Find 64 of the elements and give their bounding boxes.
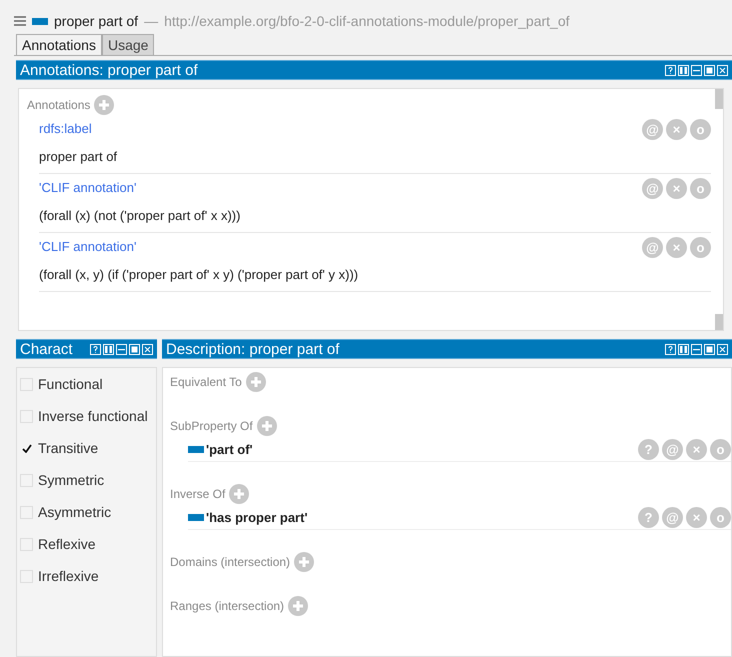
split-horizontal-icon[interactable] (691, 64, 702, 76)
close-icon[interactable] (142, 344, 153, 354)
row-action-button[interactable]: @ (662, 439, 683, 460)
split-vertical-icon[interactable] (678, 344, 689, 354)
help-icon[interactable] (90, 344, 101, 354)
property-name[interactable]: 'has proper part' (206, 508, 308, 528)
help-icon[interactable] (665, 64, 676, 76)
property-icon (32, 18, 48, 24)
row-action-button[interactable]: ? (638, 439, 659, 460)
maximize-icon[interactable] (129, 344, 140, 354)
section-label: Annotations (27, 97, 90, 114)
checkbox[interactable] (20, 442, 33, 454)
row-action-button[interactable]: @ (642, 178, 663, 199)
section-label: Domains (intersection) (170, 554, 290, 571)
tab[interactable]: Usage (102, 34, 154, 55)
section-label: SubProperty Of (170, 418, 253, 435)
row-action-button[interactable]: × (666, 178, 687, 199)
characteristic-checkbox[interactable]: Symmetric (17, 470, 156, 490)
annotation-property-link[interactable]: rdfs:label (39, 119, 642, 138)
help-icon[interactable] (665, 344, 676, 354)
annotation-value: (forall (x) (not ('proper part of' x x))) (39, 206, 242, 225)
close-icon[interactable] (717, 344, 728, 354)
maximize-icon[interactable] (704, 344, 715, 354)
entity-iri: http://example.org/bfo-2-0-clif-annotations-module/proper_part_of (164, 12, 570, 31)
row-action-button[interactable]: @ (642, 119, 663, 140)
title-separator: — (144, 12, 158, 30)
characteristic-checkbox[interactable]: Reflexive (17, 534, 156, 554)
row-action-button[interactable]: ? (638, 507, 659, 528)
row-action-button[interactable]: × (666, 119, 687, 140)
split-vertical-icon[interactable] (103, 344, 114, 354)
row-action-button[interactable]: × (686, 439, 707, 460)
characteristic-checkbox[interactable]: Functional (17, 374, 156, 394)
panel-title: Charact (20, 342, 73, 356)
row-action-button[interactable]: × (686, 507, 707, 528)
checkmark-icon (22, 444, 32, 452)
characteristic-checkbox[interactable]: Transitive (17, 438, 156, 458)
menu-icon[interactable] (14, 16, 26, 26)
tab[interactable]: Annotations (16, 34, 102, 55)
section-label: Inverse Of (170, 486, 226, 503)
entity-title: proper part of (54, 12, 138, 31)
annotation-value: proper part of (39, 148, 118, 166)
panel-title: Annotations: proper part of (20, 62, 198, 78)
scrollbar-thumb[interactable] (715, 314, 723, 330)
split-horizontal-icon[interactable] (116, 344, 127, 354)
row-action-button[interactable]: @ (662, 507, 683, 528)
section-label: Ranges (intersection) (170, 598, 284, 615)
characteristic-checkbox[interactable]: Irreflexive (17, 566, 156, 586)
property-name[interactable]: 'part of' (206, 440, 253, 460)
section-label: Equivalent To (170, 374, 242, 391)
scrollbar-thumb[interactable] (715, 89, 723, 109)
annotation-value: (forall (x, y) (if ('proper part of' x y) ('proper part of' y x))) (39, 266, 360, 284)
panel-title: Description: proper part of (166, 342, 340, 356)
split-vertical-icon[interactable] (678, 64, 689, 76)
split-horizontal-icon[interactable] (691, 344, 702, 354)
row-action-button[interactable]: @ (642, 237, 663, 258)
characteristic-checkbox[interactable]: Asymmetric (17, 502, 156, 522)
property-icon (188, 446, 204, 453)
row-action-button[interactable]: × (666, 237, 687, 258)
close-icon[interactable] (717, 64, 728, 76)
annotation-property-link[interactable]: 'CLIF annotation' (39, 237, 642, 256)
maximize-icon[interactable] (704, 64, 715, 76)
characteristic-checkbox[interactable]: Inverse functional (17, 406, 156, 426)
property-icon (188, 514, 204, 521)
annotation-property-link[interactable]: 'CLIF annotation' (39, 178, 642, 198)
